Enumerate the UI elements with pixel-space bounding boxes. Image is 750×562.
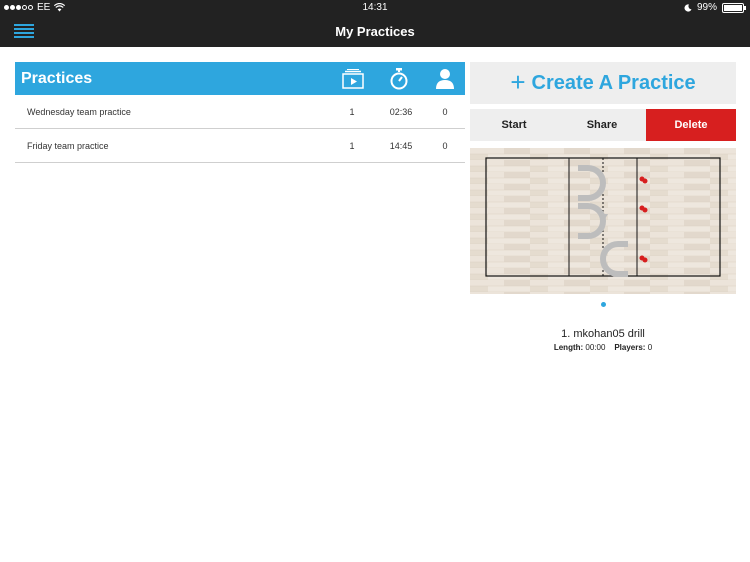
battery-percent: 99% bbox=[696, 2, 717, 13]
screen: EE 14:31 99% My Practices Practices Wedn… bbox=[0, 0, 750, 562]
status-right: 99% bbox=[684, 2, 746, 13]
practice-name: Wednesday team practice bbox=[27, 107, 131, 117]
plus-icon: + bbox=[510, 66, 526, 97]
drill-meta: Length: 00:00 Players: 0 bbox=[470, 343, 736, 352]
table-row[interactable]: Friday team practice 1 14:45 0 bbox=[15, 129, 465, 163]
practices-title: Practices bbox=[21, 70, 93, 87]
length-value: 00:00 bbox=[585, 343, 606, 352]
player-count: 0 bbox=[442, 141, 448, 151]
practices-table: Practices Wednesday team practice 1 02:3… bbox=[15, 62, 465, 163]
timer-icon bbox=[387, 67, 411, 91]
action-bar: Start Share Delete bbox=[470, 109, 736, 141]
player-count: 0 bbox=[442, 107, 448, 117]
players-value: 0 bbox=[647, 343, 653, 352]
create-practice-button[interactable]: + Create A Practice bbox=[470, 62, 736, 104]
drill-count: 1 bbox=[349, 141, 355, 151]
players-label: Players: bbox=[614, 343, 646, 352]
practices-header: Practices bbox=[15, 62, 465, 95]
player-icon bbox=[433, 67, 457, 91]
drill-count: 1 bbox=[349, 107, 355, 117]
practice-name: Friday team practice bbox=[27, 141, 109, 151]
nav-bar: My Practices bbox=[0, 16, 750, 47]
moon-icon bbox=[684, 3, 692, 12]
create-practice-label: Create A Practice bbox=[531, 71, 696, 94]
practice-length: 14:45 bbox=[389, 141, 413, 151]
length-label: Length: bbox=[553, 343, 584, 352]
page-indicator-dot[interactable] bbox=[601, 302, 606, 307]
drill-court-preview[interactable] bbox=[470, 148, 736, 294]
battery-icon bbox=[722, 2, 746, 13]
drills-icon bbox=[341, 67, 365, 91]
start-button[interactable]: Start bbox=[470, 109, 558, 141]
practice-length: 02:36 bbox=[389, 107, 413, 117]
status-bar: EE 14:31 99% bbox=[0, 0, 750, 16]
status-time: 14:31 bbox=[362, 2, 388, 13]
page-title: My Practices bbox=[335, 24, 415, 39]
share-button[interactable]: Share bbox=[558, 109, 646, 141]
delete-button[interactable]: Delete bbox=[646, 109, 736, 141]
table-row[interactable]: Wednesday team practice 1 02:36 0 bbox=[15, 95, 465, 129]
drill-name: 1. mkohan05 drill bbox=[561, 328, 645, 340]
